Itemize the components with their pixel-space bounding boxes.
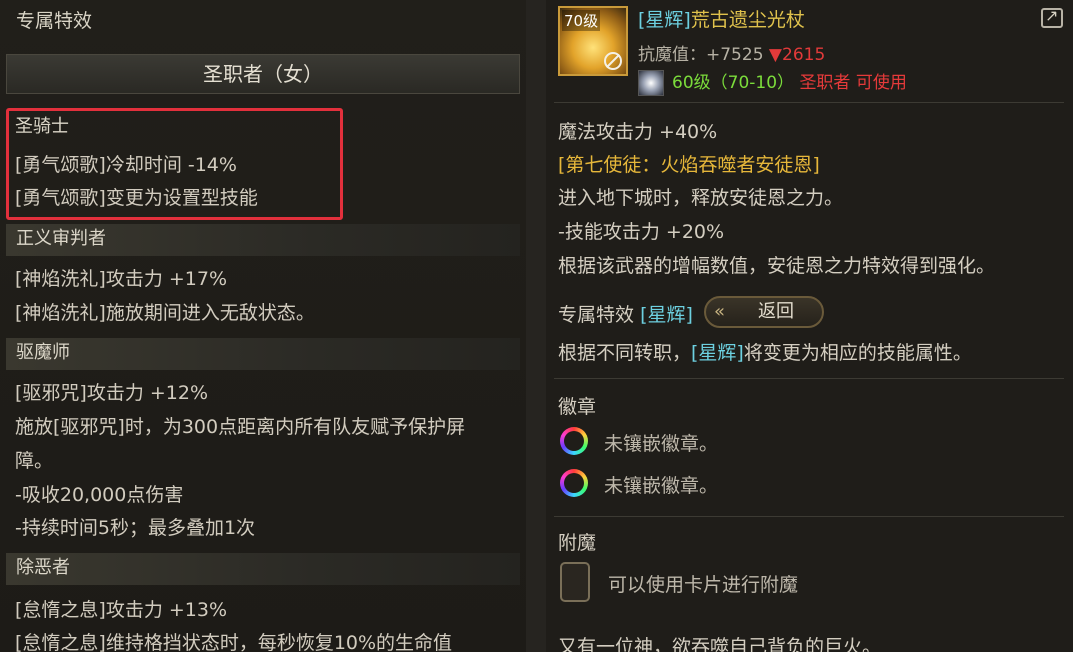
divider <box>554 102 1064 103</box>
enchant-title: 附魔 <box>558 532 597 554</box>
weapon-tag: [星辉] <box>638 9 691 31</box>
req-level: 60级（70-10） <box>672 73 795 93</box>
stat-label: 抗魔值：+7525 <box>638 45 764 65</box>
requirement-line: 60级（70-10） 圣职者 可使用 <box>638 68 907 96</box>
back-button-label: 返回 <box>758 301 794 322</box>
exclusive-tag: [星辉] <box>640 304 693 326</box>
emblem-slot-icon[interactable] <box>560 427 588 455</box>
emblem-slot-icon[interactable] <box>560 469 588 497</box>
desc-suffix: 将变更为相应的技能属性。 <box>743 342 972 364</box>
prohibited-icon <box>604 52 622 70</box>
exclusive-effects-panel: 专属特效 圣职者（女） 圣骑士 [勇气颂歌]冷却时间 -14% [勇气颂歌]变更… <box>0 0 526 652</box>
section-heading-inquisitor: 除恶者 <box>6 553 520 585</box>
divider <box>554 516 1064 517</box>
enchant-card-slot[interactable] <box>560 562 590 602</box>
exclusive-effect-label: 专属特效 [星辉] <box>558 300 693 327</box>
diamond-icon <box>638 70 664 96</box>
highlight-box <box>6 108 343 220</box>
flavor-text: 又有一位神，欲吞噬自己背负的巨火。 <box>558 636 882 652</box>
double-chevron-left-icon: « <box>714 301 726 322</box>
share-icon[interactable] <box>1041 6 1063 28</box>
stat-down-icon: ▼ <box>768 45 782 65</box>
desc-prefix: 根据不同转职， <box>558 342 692 364</box>
effect-line: 魔法攻击力 +40% <box>558 121 718 143</box>
section-line: 障。 <box>15 450 54 472</box>
emblem-slot-text: 未镶嵌徽章。 <box>604 475 719 497</box>
section-line: [神焰洗礼]攻击力 +17% <box>15 268 228 290</box>
effect-line: 根据该武器的增幅数值，安徒恩之力特效得到强化。 <box>558 255 996 277</box>
exclusive-description: 根据不同转职，[星辉]将变更为相应的技能属性。 <box>558 338 972 365</box>
stat-down-value: 2615 <box>782 45 826 65</box>
section-line: 施放[驱邪咒]时，为300点距离内所有队友赋予保护屏 <box>15 416 466 438</box>
emblem-slot-text: 未镶嵌徽章。 <box>604 433 719 455</box>
item-tooltip-panel: 70级 [星辉]荒古遗尘光杖 抗魔值：+7525 ▼2615 60级（70-10… <box>546 0 1073 652</box>
stat-line: 抗魔值：+7525 ▼2615 <box>638 40 825 65</box>
req-class: 圣职者 可使用 <box>799 73 907 93</box>
effect-line-title: [第七使徒：火焰吞噬者安徒恩] <box>558 154 820 176</box>
divider <box>554 378 1064 379</box>
background-window-strip <box>526 0 546 652</box>
enchant-text: 可以使用卡片进行附魔 <box>608 574 799 596</box>
back-button[interactable]: « 返回 <box>704 296 824 328</box>
emblem-title: 徽章 <box>558 396 597 418</box>
weapon-title: 荒古遗尘光杖 <box>690 9 805 31</box>
section-line: -吸收20,000点伤害 <box>15 484 184 506</box>
section-line: -持续时间5秒；最多叠加1次 <box>15 517 256 539</box>
weapon-name: [星辉]荒古遗尘光杖 <box>638 5 805 32</box>
weapon-level-badge: 70级 <box>562 10 601 31</box>
effect-line: 进入地下城时，释放安徒恩之力。 <box>558 187 844 209</box>
section-heading-justice: 正义审判者 <box>6 224 520 256</box>
class-name-bar: 圣职者（女） <box>6 54 520 94</box>
effect-line: -技能攻击力 +20% <box>558 221 725 243</box>
panel-title: 专属特效 <box>16 10 93 32</box>
weapon-icon[interactable]: 70级 <box>558 6 628 76</box>
section-heading-exorcist: 驱魔师 <box>6 338 520 370</box>
desc-tag: [星辉] <box>691 342 744 364</box>
exclusive-label: 专属特效 <box>558 304 635 326</box>
section-line: [怠惰之息]维持格挡状态时，每秒恢复10%的生命值 <box>15 632 453 652</box>
section-line: [神焰洗礼]施放期间进入无敌状态。 <box>15 302 315 324</box>
section-line: [怠惰之息]攻击力 +13% <box>15 599 228 621</box>
section-line: [驱邪咒]攻击力 +12% <box>15 382 209 404</box>
